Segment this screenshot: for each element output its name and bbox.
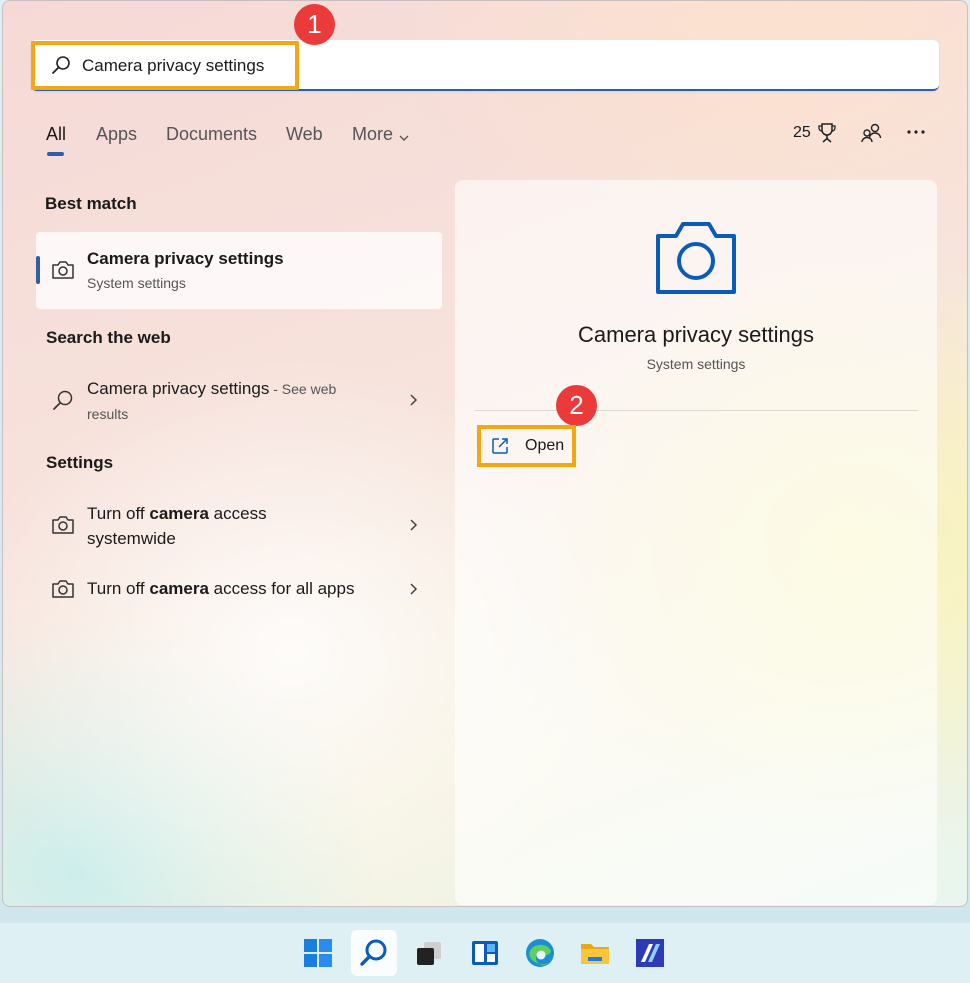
camera-icon xyxy=(652,214,740,303)
file-explorer-icon xyxy=(581,944,609,964)
chevron-right-icon xyxy=(409,517,419,533)
edge-icon xyxy=(526,939,554,967)
search-highlight-box xyxy=(31,41,299,90)
app-button[interactable] xyxy=(627,930,673,976)
setting-item-label: Turn off camera access xyxy=(87,501,267,526)
label-part: access xyxy=(208,504,267,523)
more-options-icon[interactable] xyxy=(905,122,927,147)
account-switch-icon[interactable] xyxy=(860,121,884,150)
chevron-right-icon xyxy=(409,392,419,408)
label-bold: camera xyxy=(149,504,209,523)
best-match-title: Camera privacy settings xyxy=(87,249,284,268)
search-icon xyxy=(50,388,76,414)
file-explorer-button[interactable] xyxy=(572,930,618,976)
setting-item-label-line2: systemwide xyxy=(87,529,176,548)
chevron-down-icon xyxy=(398,130,410,141)
open-button-label: Open xyxy=(525,437,565,454)
camera-icon xyxy=(50,576,76,602)
trophy-icon[interactable] xyxy=(816,121,838,150)
web-result-query: Camera privacy settings xyxy=(87,379,270,398)
start-button[interactable] xyxy=(295,930,341,976)
camera-icon xyxy=(50,257,76,283)
callout-1-badge: 1 xyxy=(294,4,335,45)
label-part: Turn off xyxy=(87,579,150,598)
widgets-icon xyxy=(472,941,498,965)
tab-documents[interactable]: Documents xyxy=(166,124,257,145)
tab-all[interactable]: All xyxy=(46,124,66,145)
callout-2-badge: 2 xyxy=(556,385,597,426)
search-icon xyxy=(360,939,387,966)
tab-apps[interactable]: Apps xyxy=(96,124,137,145)
best-match-heading: Best match xyxy=(45,194,137,213)
search-web-heading: Search the web xyxy=(46,328,171,347)
task-view-button[interactable] xyxy=(406,930,452,976)
windows-start-icon xyxy=(304,939,332,967)
selection-indicator xyxy=(36,256,40,284)
camera-icon xyxy=(50,512,76,538)
settings-heading: Settings xyxy=(46,453,114,472)
task-view-icon xyxy=(417,942,441,965)
tab-more[interactable]: More xyxy=(352,124,393,145)
search-button[interactable] xyxy=(351,930,397,976)
label-part: access for all apps xyxy=(208,579,355,598)
rewards-points[interactable]: 25 xyxy=(793,124,811,142)
preview-subtitle: System settings xyxy=(646,356,746,372)
divider xyxy=(475,410,918,411)
web-result-suffix: - See web xyxy=(269,381,337,397)
web-result-suffix-2: results xyxy=(87,406,129,422)
app-icon xyxy=(636,939,664,967)
active-tab-indicator xyxy=(47,152,64,156)
label-part: Turn off xyxy=(87,504,150,523)
open-external-icon xyxy=(490,436,510,461)
widgets-button[interactable] xyxy=(462,930,508,976)
edge-button[interactable] xyxy=(517,930,563,976)
tab-web[interactable]: Web xyxy=(286,124,323,145)
best-match-subtitle: System settings xyxy=(87,275,186,291)
web-result-title: Camera privacy settings - See web xyxy=(87,376,336,402)
label-bold: camera xyxy=(149,579,209,598)
setting-item-label: Turn off camera access for all apps xyxy=(87,576,354,601)
chevron-right-icon xyxy=(409,581,419,597)
preview-title: Camera privacy settings xyxy=(578,322,814,347)
